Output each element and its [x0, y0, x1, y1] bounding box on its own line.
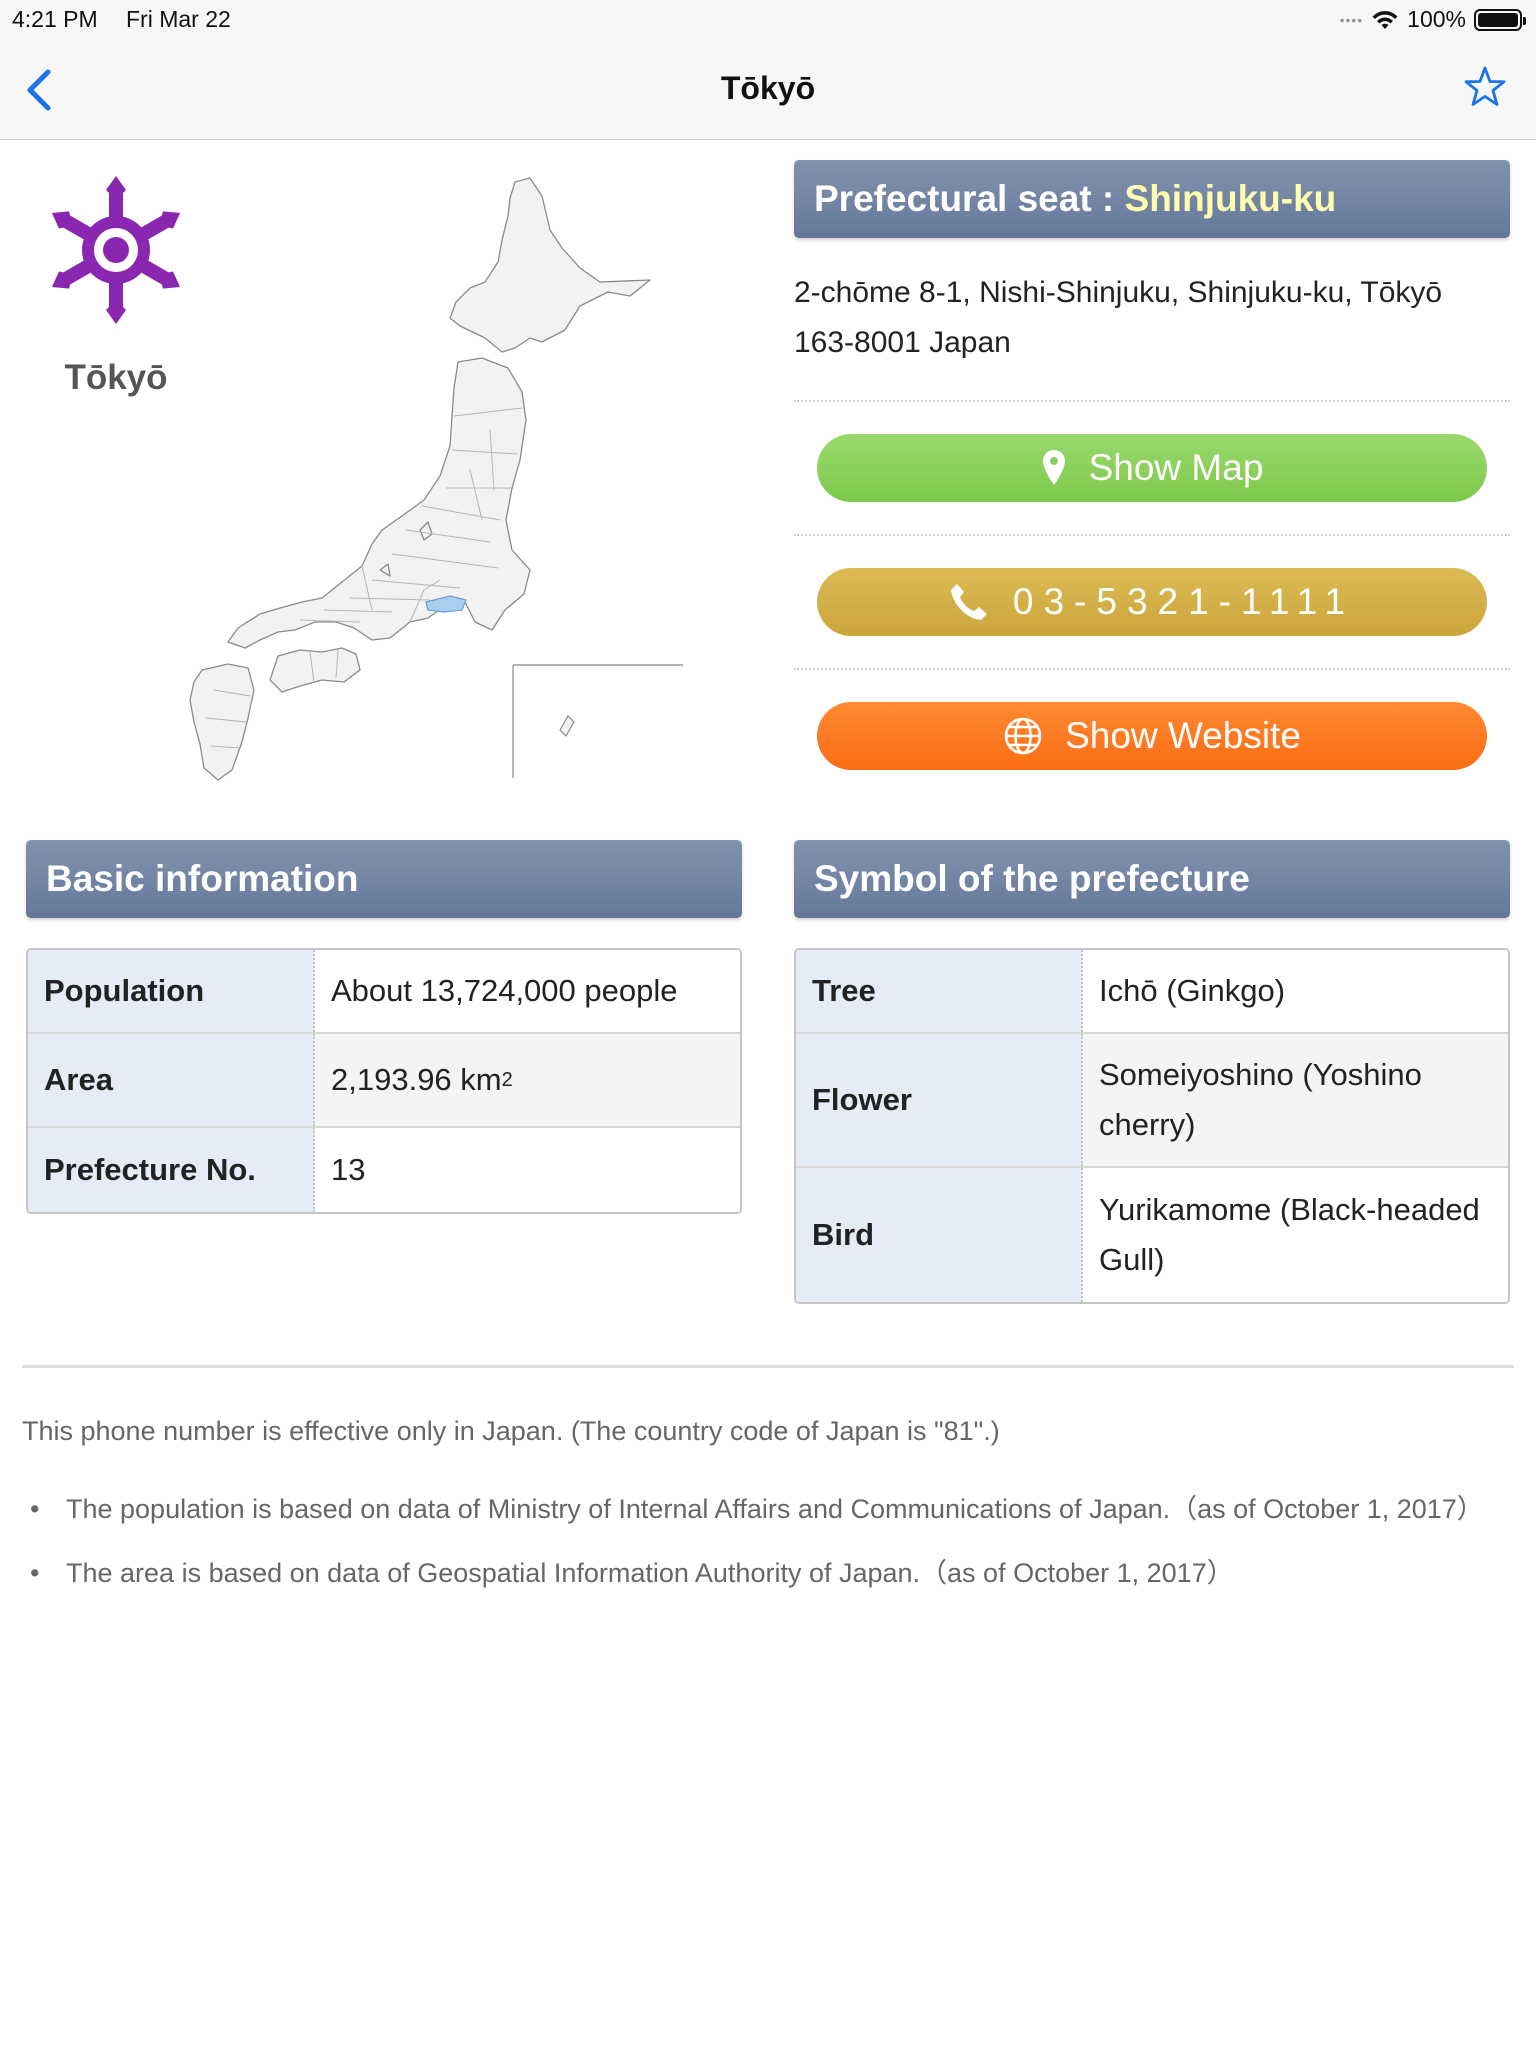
map-pin-icon — [1042, 450, 1065, 485]
japan-map-image — [189, 177, 683, 781]
population-label: Population — [28, 950, 315, 1032]
signal-dots-icon: •••• — [1339, 11, 1364, 28]
area-exponent: 2 — [501, 1069, 513, 1091]
tree-label: Tree — [796, 950, 1083, 1032]
population-value: About 13,724,000 people — [315, 950, 740, 1032]
battery-percent: 100% — [1407, 6, 1466, 32]
phone-icon — [950, 584, 987, 620]
footnotes-list: The population is based on data of Minis… — [22, 1484, 1492, 1612]
seat-label: Prefectural seat : — [814, 178, 1125, 219]
show-website-label: Show Website — [1065, 715, 1301, 756]
table-row: Tree Ichō (Ginkgo) — [796, 950, 1508, 1034]
navigation-bar: Tōkyō — [0, 40, 1536, 140]
globe-icon — [1004, 717, 1042, 755]
separator — [794, 668, 1510, 670]
star-outline-icon[interactable] — [1462, 64, 1508, 110]
status-time: 4:21 PM — [12, 6, 98, 32]
status-date: Fri Mar 22 — [126, 6, 231, 32]
list-item: The area is based on data of Geospatial … — [22, 1548, 1492, 1598]
page-title: Tōkyō — [720, 70, 816, 106]
show-map-button[interactable]: Show Map — [817, 434, 1487, 502]
status-indicators: •••• 100% — [1339, 6, 1526, 33]
area-label: Area — [28, 1034, 315, 1126]
status-bar: 4:21 PM Fri Mar 22 •••• 100% — [0, 0, 1536, 40]
area-number: 2,193.96 km — [331, 1062, 502, 1097]
list-item: The population is based on data of Minis… — [22, 1484, 1492, 1534]
separator — [794, 400, 1510, 402]
prefectural-seat-header: Prefectural seat : Shinjuku-ku — [794, 160, 1510, 238]
divider — [22, 1365, 1514, 1368]
table-row: Prefecture No. 13 — [28, 1128, 740, 1212]
basic-info-table: Population About 13,724,000 people Area … — [26, 948, 742, 1214]
prefecture-number-label: Prefecture No. — [28, 1128, 315, 1212]
separator — [794, 534, 1510, 536]
battery-icon — [1474, 8, 1526, 31]
show-website-button[interactable]: Show Website — [817, 702, 1487, 770]
table-row: Bird Yurikamome (Black-headed Gull) — [796, 1168, 1508, 1302]
table-row: Flower Someiyoshino (Yoshino cherry) — [796, 1034, 1508, 1168]
prefecture-number-value: 13 — [315, 1128, 740, 1212]
bird-value: Yurikamome (Black-headed Gull) — [1083, 1168, 1508, 1302]
phone-note: This phone number is effective only in J… — [22, 1416, 1000, 1446]
bird-label: Bird — [796, 1168, 1083, 1302]
table-row: Population About 13,724,000 people — [28, 950, 740, 1034]
basic-info-header: Basic information — [26, 840, 742, 918]
phone-number: 03-5321-1111 — [1012, 581, 1356, 622]
flower-value: Someiyoshino (Yoshino cherry) — [1083, 1034, 1508, 1166]
wifi-icon — [1372, 10, 1398, 29]
area-value: 2,193.96 km 2 — [315, 1034, 740, 1126]
phone-button[interactable]: 03-5321-1111 — [817, 568, 1487, 636]
seat-address: 2-chōme 8-1, Nishi-Shinjuku, Shinjuku-ku… — [794, 276, 1443, 359]
seat-value: Shinjuku-ku — [1124, 178, 1337, 219]
table-row: Area 2,193.96 km 2 — [28, 1034, 740, 1128]
symbols-table: Tree Ichō (Ginkgo) Flower Someiyoshino (… — [794, 948, 1510, 1304]
show-map-label: Show Map — [1088, 447, 1264, 488]
tree-value: Ichō (Ginkgo) — [1083, 950, 1508, 1032]
symbols-header: Symbol of the prefecture — [794, 840, 1510, 918]
flower-label: Flower — [796, 1034, 1083, 1166]
